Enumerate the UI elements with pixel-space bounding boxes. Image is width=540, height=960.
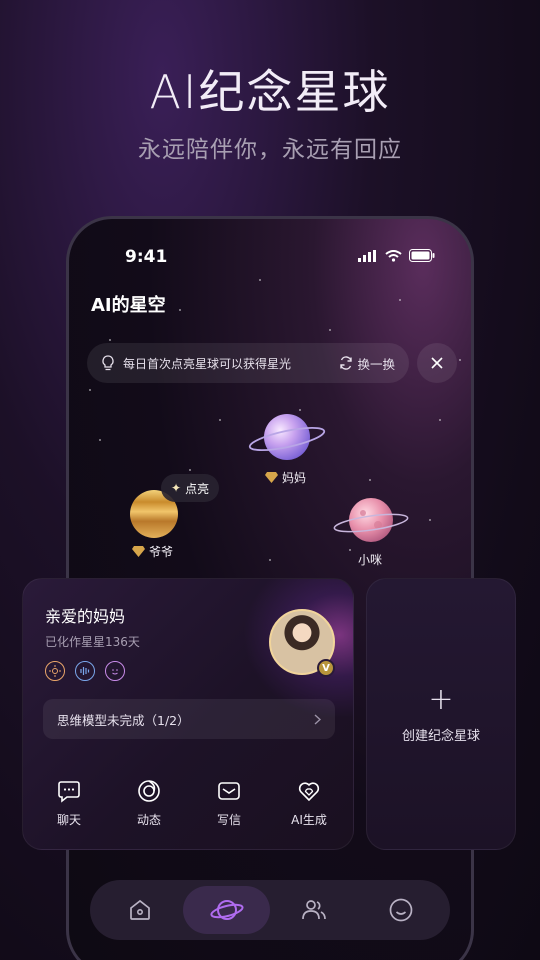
- tip-bar: 每日首次点亮星球可以获得星光 换一换: [87, 343, 409, 383]
- close-icon: [431, 357, 443, 369]
- tab-home[interactable]: [96, 886, 183, 934]
- wifi-icon: [385, 249, 402, 262]
- planet-cat-name: 小咪: [358, 553, 383, 567]
- planet-cat-label: 小咪: [358, 551, 382, 568]
- letter-button[interactable]: 写信: [194, 779, 264, 828]
- light-up-label: 点亮: [185, 481, 210, 496]
- vip-badge: V: [317, 659, 335, 677]
- tab-bar: [90, 880, 450, 940]
- moments-button[interactable]: 动态: [114, 779, 184, 828]
- status-time: 9:41: [125, 247, 168, 267]
- tab-profile[interactable]: [357, 886, 444, 934]
- memorial-card[interactable]: 亲爱的妈妈 已化作星星136天 V 思维模型未完成（1/2） 聊天 动态 写信 …: [22, 578, 354, 850]
- planet-mama-label: 妈妈: [265, 469, 306, 486]
- planet-grandpa-name: 爷爷: [149, 545, 174, 559]
- planet-grandpa-label: 爷爷: [132, 543, 173, 560]
- lightbulb-icon: [102, 355, 114, 371]
- close-tip-button[interactable]: [417, 343, 457, 383]
- create-planet-card[interactable]: + 创建纪念星球: [366, 578, 516, 850]
- ai-generate-button[interactable]: AI生成: [274, 779, 344, 828]
- letter-label: 写信: [216, 813, 241, 827]
- voice-trait-icon: [75, 661, 95, 681]
- mail-icon: [218, 782, 240, 800]
- light-up-button[interactable]: ✦ 点亮: [161, 474, 220, 502]
- model-status-row[interactable]: 思维模型未完成（1/2）: [43, 699, 335, 739]
- diamond-icon: [132, 546, 145, 557]
- face-trait-icon: [105, 661, 125, 681]
- tab-planet[interactable]: [183, 886, 270, 934]
- profile-icon: [389, 898, 412, 922]
- trait-icons: [45, 661, 125, 681]
- refresh-icon: [340, 356, 353, 370]
- plus-icon: +: [428, 681, 454, 717]
- planet-cat-icon: [333, 498, 409, 542]
- battery-icon: [409, 249, 435, 262]
- model-status-text: 思维模型未完成（1/2）: [57, 712, 190, 728]
- status-icons: [358, 249, 435, 262]
- moments-label: 动态: [136, 813, 161, 827]
- sun-trait-icon: [45, 661, 65, 681]
- chat-icon: [58, 781, 80, 803]
- tab-friends[interactable]: [270, 886, 357, 934]
- planet-mama-name: 妈妈: [282, 471, 307, 485]
- refresh-button[interactable]: 换一换: [339, 354, 395, 373]
- app-title: AI的星空: [91, 295, 166, 316]
- chevron-right-icon: [314, 713, 321, 725]
- planet-icon: [209, 900, 244, 920]
- card-days: 已化作星星136天: [45, 635, 140, 649]
- promo-subtitle: 永远陪伴你，永远有回应: [138, 137, 402, 163]
- home-icon: [129, 899, 150, 920]
- refresh-label: 换一换: [357, 356, 395, 372]
- chat-label: 聊天: [56, 813, 81, 827]
- moments-icon: [138, 780, 160, 802]
- card-title: 亲爱的妈妈: [45, 607, 126, 626]
- friends-icon: [301, 900, 326, 920]
- diamond-icon: [265, 472, 278, 483]
- sparkle-icon: ✦: [171, 481, 182, 495]
- ai-generate-label: AI生成: [291, 813, 327, 827]
- action-row: 聊天 动态 写信 AI生成: [23, 779, 353, 828]
- ai-heart-icon: [298, 782, 320, 802]
- tip-text: 每日首次点亮星球可以获得星光: [123, 356, 292, 371]
- signal-icon: [358, 249, 376, 262]
- chat-button[interactable]: 聊天: [34, 779, 104, 828]
- promo-title: AI纪念星球: [149, 65, 391, 119]
- planet-mama-icon: [248, 414, 326, 460]
- create-planet-label: 创建纪念星球: [401, 728, 480, 744]
